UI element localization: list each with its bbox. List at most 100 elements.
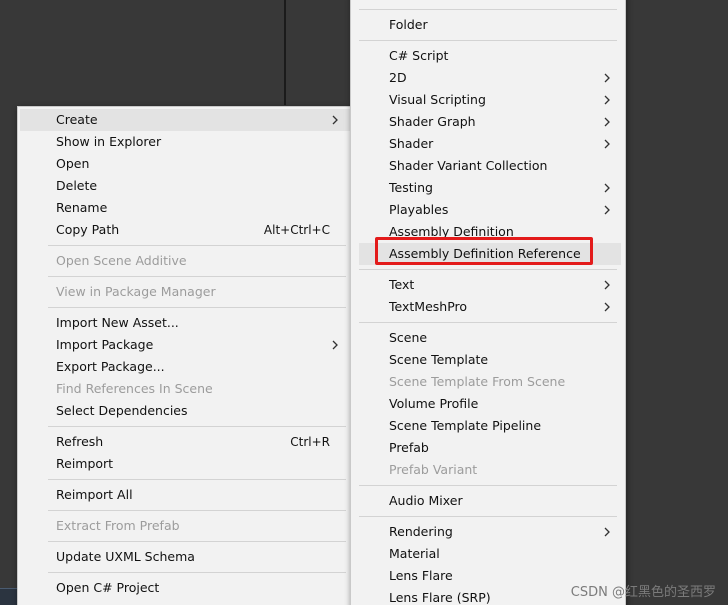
annotation-highlight-box: [375, 237, 593, 265]
menu-item-open-scene-additive-label: Open Scene Additive: [56, 253, 187, 268]
menu-item-prefab-label: Prefab: [389, 440, 429, 455]
menu-separator: [359, 9, 617, 10]
chevron-right-icon: [604, 302, 610, 312]
menu-item-copy-path-label: Copy Path: [56, 222, 120, 237]
menu-item-reimport[interactable]: Reimport: [20, 453, 350, 475]
menu-item-textmeshpro[interactable]: TextMeshPro: [359, 296, 621, 318]
menu-item-scene[interactable]: Scene: [359, 327, 621, 349]
menu-separator: [48, 479, 346, 480]
chevron-right-icon: [604, 280, 610, 290]
menu-item-copy-path[interactable]: Copy Path Alt+Ctrl+C: [20, 219, 350, 241]
menu-separator: [48, 572, 346, 573]
menu-item-playables-label: Playables: [389, 202, 449, 217]
menu-item-visual-scripting[interactable]: Visual Scripting: [359, 89, 621, 111]
menu-item-testing-label: Testing: [389, 180, 433, 195]
menu-item-create-label: Create: [56, 112, 98, 127]
menu-item-export-package-label: Export Package...: [56, 359, 165, 374]
menu-item-prefab-variant: Prefab Variant: [359, 459, 621, 481]
menu-item-import-new-asset[interactable]: Import New Asset...: [20, 312, 350, 334]
menu-item-view-in-package-manager: View in Package Manager: [20, 281, 350, 303]
menu-separator: [359, 516, 617, 517]
chevron-right-icon: [604, 95, 610, 105]
menu-item-open-label: Open: [56, 156, 90, 171]
menu-item-shader-graph[interactable]: Shader Graph: [359, 111, 621, 133]
chevron-right-icon: [604, 117, 610, 127]
menu-item-scene-template[interactable]: Scene Template: [359, 349, 621, 371]
menu-separator: [359, 40, 617, 41]
editor-bottom-strip: [0, 588, 18, 605]
menu-item-show-in-explorer-label: Show in Explorer: [56, 134, 162, 149]
menu-item-scene-label: Scene: [389, 330, 428, 345]
menu-item-scene-template-from-scene-label: Scene Template From Scene: [389, 374, 566, 389]
menu-item-refresh-label: Refresh: [56, 434, 104, 449]
menu-item-lens-flare-label: Lens Flare: [389, 568, 453, 583]
menu-item-update-uxml-schema[interactable]: Update UXML Schema: [20, 546, 350, 568]
menu-item-delete-label: Delete: [56, 178, 98, 193]
editor-stage: Create Show in Explorer Open Delete Rena…: [0, 0, 728, 605]
menu-item-folder-label: Folder: [389, 17, 428, 32]
menu-item-extract-from-prefab: Extract From Prefab: [20, 515, 350, 537]
menu-item-textmeshpro-label: TextMeshPro: [389, 299, 468, 314]
menu-separator: [48, 276, 346, 277]
project-context-menu: Create Show in Explorer Open Delete Rena…: [17, 106, 353, 605]
menu-item-prefab[interactable]: Prefab: [359, 437, 621, 459]
menu-item-extract-from-prefab-label: Extract From Prefab: [56, 518, 180, 533]
menu-item-scene-template-pipeline-label: Scene Template Pipeline: [389, 418, 542, 433]
menu-item-select-dependencies[interactable]: Select Dependencies: [20, 400, 350, 422]
menu-separator: [48, 510, 346, 511]
menu-item-import-package-label: Import Package: [56, 337, 154, 352]
menu-item-volume-profile[interactable]: Volume Profile: [359, 393, 621, 415]
menu-item-import-package[interactable]: Import Package: [20, 334, 350, 356]
menu-item-scene-template-from-scene: Scene Template From Scene: [359, 371, 621, 393]
menu-item-reimport-all-label: Reimport All: [56, 487, 133, 502]
menu-item-2d[interactable]: 2D: [359, 67, 621, 89]
menu-item-import-new-asset-label: Import New Asset...: [56, 315, 179, 330]
menu-item-create[interactable]: Create: [20, 109, 350, 131]
menu-separator: [48, 426, 346, 427]
menu-item-reimport-all[interactable]: Reimport All: [20, 484, 350, 506]
menu-item-shader-graph-label: Shader Graph: [389, 114, 476, 129]
menu-item-lens-flare-srp-label: Lens Flare (SRP): [389, 590, 491, 605]
menu-separator: [359, 485, 617, 486]
menu-item-show-in-explorer[interactable]: Show in Explorer: [20, 131, 350, 153]
chevron-right-icon: [604, 527, 610, 537]
menu-item-shader-label: Shader: [389, 136, 434, 151]
menu-item-export-package[interactable]: Export Package...: [20, 356, 350, 378]
menu-item-folder[interactable]: Folder: [359, 14, 621, 36]
watermark: CSDN @红黑色的圣西罗: [570, 585, 716, 600]
menu-item-select-dependencies-label: Select Dependencies: [56, 403, 188, 418]
menu-item-rendering[interactable]: Rendering: [359, 521, 621, 543]
menu-item-open-csharp-project[interactable]: Open C# Project: [20, 577, 350, 599]
menu-item-refresh[interactable]: Refresh Ctrl+R: [20, 431, 350, 453]
menu-item-visual-scripting-label: Visual Scripting: [389, 92, 486, 107]
chevron-right-icon: [604, 205, 610, 215]
menu-item-rename-label: Rename: [56, 200, 108, 215]
menu-item-open[interactable]: Open: [20, 153, 350, 175]
menu-separator: [48, 541, 346, 542]
menu-item-text-label: Text: [389, 277, 415, 292]
menu-item-find-references-in-scene: Find References In Scene: [20, 378, 350, 400]
menu-item-update-uxml-schema-label: Update UXML Schema: [56, 549, 195, 564]
menu-item-delete[interactable]: Delete: [20, 175, 350, 197]
panel-divider: [284, 0, 286, 105]
menu-item-prefab-variant-label: Prefab Variant: [389, 462, 478, 477]
chevron-right-icon: [604, 183, 610, 193]
menu-item-audio-mixer[interactable]: Audio Mixer: [359, 490, 621, 512]
menu-item-playables[interactable]: Playables: [359, 199, 621, 221]
menu-item-text[interactable]: Text: [359, 274, 621, 296]
menu-item-shader[interactable]: Shader: [359, 133, 621, 155]
menu-item-rename[interactable]: Rename: [20, 197, 350, 219]
refresh-shortcut: Ctrl+R: [290, 435, 330, 449]
menu-item-csharp-script-label: C# Script: [389, 48, 449, 63]
menu-item-2d-label: 2D: [389, 70, 407, 85]
chevron-right-icon: [332, 115, 338, 125]
menu-item-shader-variant-collection[interactable]: Shader Variant Collection: [359, 155, 621, 177]
menu-item-volume-profile-label: Volume Profile: [389, 396, 479, 411]
menu-item-scene-template-label: Scene Template: [389, 352, 489, 367]
menu-item-csharp-script[interactable]: C# Script: [359, 45, 621, 67]
menu-item-material[interactable]: Material: [359, 543, 621, 565]
menu-item-testing[interactable]: Testing: [359, 177, 621, 199]
copy-path-shortcut: Alt+Ctrl+C: [263, 223, 330, 237]
menu-item-open-csharp-project-label: Open C# Project: [56, 580, 160, 595]
menu-item-scene-template-pipeline[interactable]: Scene Template Pipeline: [359, 415, 621, 437]
